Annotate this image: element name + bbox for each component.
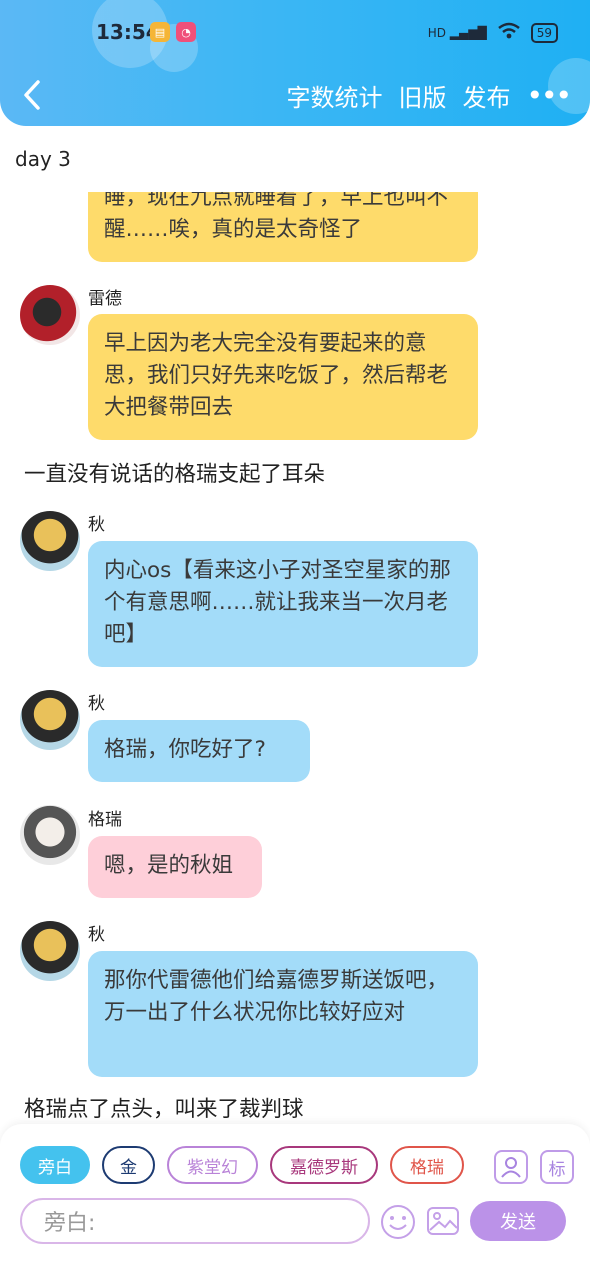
message-bubble: 那你代雷德他们给嘉德罗斯送饭吧，万一出了什么状况你比较好应对: [88, 951, 478, 1077]
status-right: HD ▂▄▆█ 59: [428, 22, 558, 43]
message-notification-icon: ▤: [150, 22, 170, 42]
message-bubble: 内心os【看来这小子对圣空星家的那个有意思啊……就让我来当一次月老吧】: [88, 541, 478, 667]
wifi-icon: [497, 22, 521, 43]
image-button[interactable]: [426, 1204, 460, 1242]
role-selector: 旁白 金 紫堂幻 嘉德罗斯 格瑞: [20, 1146, 476, 1188]
role-chip-narrator[interactable]: 旁白: [20, 1146, 90, 1184]
role-chip-zi-tang-huan[interactable]: 紫堂幻: [167, 1146, 258, 1184]
sender-name: 秋: [88, 694, 105, 714]
role-chip-jia-de-luo-si[interactable]: 嘉德罗斯: [270, 1146, 378, 1184]
avatar-lei-de[interactable]: [20, 285, 80, 345]
message-bubble: 格瑞，你吃好了?: [88, 720, 310, 782]
avatar-qiu[interactable]: [20, 921, 80, 981]
message-bubble: 早上因为老大完全没有要起来的意思，我们只好先来吃饭了，然后帮老大把餐带回去: [88, 314, 478, 440]
avatar-ge-rui[interactable]: [20, 805, 80, 865]
publish-button[interactable]: 发布: [462, 78, 510, 113]
chapter-title: day 3: [15, 147, 71, 171]
status-notification-icons: ▤ ◔: [150, 22, 196, 42]
role-manage-button[interactable]: [494, 1150, 528, 1184]
sender-name: 秋: [88, 515, 105, 535]
chevron-left-icon: [24, 80, 40, 110]
app-notification-icon: ◔: [176, 22, 196, 42]
narration-text: 格瑞点了点头，叫来了裁判球: [24, 1097, 304, 1122]
message-bubble: 嗯，是的秋姐: [88, 836, 262, 898]
avatar-qiu[interactable]: [20, 690, 80, 750]
avatar-qiu[interactable]: [20, 511, 80, 571]
person-icon: [501, 1157, 521, 1178]
tag-button[interactable]: 标: [540, 1150, 574, 1184]
top-header: 13:54 ▤ ◔ HD ▂▄▆█ 59 字数统计 旧版 发布 •••: [0, 0, 590, 126]
nav-actions: 字数统计 旧版 发布 •••: [286, 78, 572, 113]
sender-name: 秋: [88, 925, 105, 945]
hd-signal-icon: HD ▂▄▆█: [427, 25, 487, 40]
old-version-button[interactable]: 旧版: [398, 78, 446, 113]
emoji-button[interactable]: [380, 1204, 416, 1244]
composer-panel: 旁白 金 紫堂幻 嘉德罗斯 格瑞 标 旁白: 发送: [0, 1124, 590, 1280]
message-bubble: 睡，现在九点就睡着了，早上也叫不醒……唉，真的是太奇怪了: [88, 192, 478, 262]
image-icon: [427, 1207, 459, 1235]
back-button[interactable]: [20, 78, 46, 112]
narration-text: 一直没有说话的格瑞支起了耳朵: [24, 462, 326, 487]
sender-name: 雷德: [88, 289, 122, 309]
role-chip-jin[interactable]: 金: [102, 1146, 155, 1184]
message-clipped: 睡，现在九点就睡着了，早上也叫不醒……唉，真的是太奇怪了: [0, 192, 590, 264]
send-button[interactable]: 发送: [470, 1201, 566, 1241]
word-count-button[interactable]: 字数统计: [286, 78, 382, 113]
message-input[interactable]: 旁白:: [20, 1198, 370, 1244]
smile-icon: [381, 1205, 415, 1239]
sender-name: 格瑞: [88, 810, 122, 830]
role-chip-ge-rui[interactable]: 格瑞: [390, 1146, 464, 1184]
more-icon[interactable]: •••: [526, 79, 572, 112]
battery-icon: 59: [530, 22, 558, 43]
